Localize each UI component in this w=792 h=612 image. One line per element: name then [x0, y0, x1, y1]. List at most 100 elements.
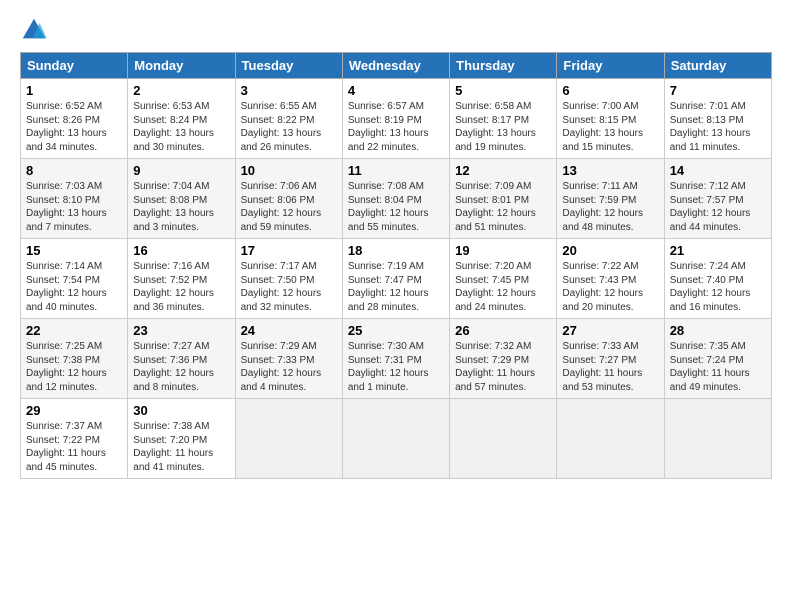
calendar-cell: 8 Sunrise: 7:03 AMSunset: 8:10 PMDaylight…	[21, 159, 128, 239]
day-info: Sunrise: 7:16 AMSunset: 7:52 PMDaylight:…	[133, 260, 229, 314]
weekday-header: Saturday	[664, 53, 771, 79]
day-info: Sunrise: 7:22 AMSunset: 7:43 PMDaylight:…	[562, 260, 658, 314]
day-number: 17	[241, 243, 337, 258]
day-info: Sunrise: 6:52 AMSunset: 8:26 PMDaylight:…	[26, 100, 122, 154]
day-number: 18	[348, 243, 444, 258]
calendar-cell: 22Sunrise: 7:25 AMSunset: 7:38 PMDayligh…	[21, 319, 128, 399]
day-info: Sunrise: 7:30 AMSunset: 7:31 PMDaylight:…	[348, 340, 444, 394]
day-number: 19	[455, 243, 551, 258]
calendar-cell	[450, 399, 557, 479]
calendar-week-row: 22Sunrise: 7:25 AMSunset: 7:38 PMDayligh…	[21, 319, 772, 399]
day-info: Sunrise: 7:04 AMSunset: 8:08 PMDaylight:…	[133, 180, 229, 234]
calendar-cell: 6 Sunrise: 7:00 AMSunset: 8:15 PMDaylight…	[557, 79, 664, 159]
day-info: Sunrise: 7:35 AMSunset: 7:24 PMDaylight:…	[670, 340, 766, 394]
day-info: Sunrise: 7:00 AMSunset: 8:15 PMDaylight:…	[562, 100, 658, 154]
calendar-cell: 27 Sunrise: 7:33 AMSunset: 7:27 PMDayligh…	[557, 319, 664, 399]
calendar-cell: 18 Sunrise: 7:19 AMSunset: 7:47 PMDayligh…	[342, 239, 449, 319]
day-number: 12	[455, 163, 551, 178]
weekday-header: Friday	[557, 53, 664, 79]
calendar-cell: 15 Sunrise: 7:14 AMSunset: 7:54 PMDayligh…	[21, 239, 128, 319]
logo	[20, 16, 52, 44]
day-number: 24	[241, 323, 337, 338]
calendar-cell: 25 Sunrise: 7:30 AMSunset: 7:31 PMDayligh…	[342, 319, 449, 399]
day-number: 3	[241, 83, 337, 98]
day-info: Sunrise: 6:58 AMSunset: 8:17 PMDaylight:…	[455, 100, 551, 154]
day-number: 13	[562, 163, 658, 178]
day-info: Sunrise: 7:20 AMSunset: 7:45 PMDaylight:…	[455, 260, 551, 314]
day-info: Sunrise: 7:14 AMSunset: 7:54 PMDaylight:…	[26, 260, 122, 314]
calendar-cell: 21Sunrise: 7:24 AMSunset: 7:40 PMDayligh…	[664, 239, 771, 319]
calendar-cell: 13 Sunrise: 7:11 AMSunset: 7:59 PMDayligh…	[557, 159, 664, 239]
calendar-cell: 10 Sunrise: 7:06 AMSunset: 8:06 PMDayligh…	[235, 159, 342, 239]
weekday-header: Thursday	[450, 53, 557, 79]
calendar-cell: 30 Sunrise: 7:38 AMSunset: 7:20 PMDayligh…	[128, 399, 235, 479]
page: SundayMondayTuesdayWednesdayThursdayFrid…	[0, 0, 792, 612]
day-info: Sunrise: 7:11 AMSunset: 7:59 PMDaylight:…	[562, 180, 658, 234]
day-info: Sunrise: 7:09 AMSunset: 8:01 PMDaylight:…	[455, 180, 551, 234]
day-number: 7	[670, 83, 766, 98]
day-info: Sunrise: 6:55 AMSunset: 8:22 PMDaylight:…	[241, 100, 337, 154]
day-info: Sunrise: 7:33 AMSunset: 7:27 PMDaylight:…	[562, 340, 658, 394]
calendar-cell: 9 Sunrise: 7:04 AMSunset: 8:08 PMDaylight…	[128, 159, 235, 239]
day-info: Sunrise: 7:37 AMSunset: 7:22 PMDaylight:…	[26, 420, 122, 474]
calendar-cell	[235, 399, 342, 479]
day-info: Sunrise: 7:03 AMSunset: 8:10 PMDaylight:…	[26, 180, 122, 234]
calendar-cell: 14 Sunrise: 7:12 AMSunset: 7:57 PMDayligh…	[664, 159, 771, 239]
calendar-week-row: 1Sunrise: 6:52 AMSunset: 8:26 PMDaylight…	[21, 79, 772, 159]
day-number: 26	[455, 323, 551, 338]
day-number: 9	[133, 163, 229, 178]
calendar-cell: 2 Sunrise: 6:53 AMSunset: 8:24 PMDaylight…	[128, 79, 235, 159]
weekday-header: Monday	[128, 53, 235, 79]
day-number: 15	[26, 243, 122, 258]
day-number: 23	[133, 323, 229, 338]
day-info: Sunrise: 7:12 AMSunset: 7:57 PMDaylight:…	[670, 180, 766, 234]
day-info: Sunrise: 7:06 AMSunset: 8:06 PMDaylight:…	[241, 180, 337, 234]
day-info: Sunrise: 7:27 AMSunset: 7:36 PMDaylight:…	[133, 340, 229, 394]
calendar-cell: 11 Sunrise: 7:08 AMSunset: 8:04 PMDayligh…	[342, 159, 449, 239]
day-number: 27	[562, 323, 658, 338]
day-number: 30	[133, 403, 229, 418]
day-info: Sunrise: 7:08 AMSunset: 8:04 PMDaylight:…	[348, 180, 444, 234]
calendar-cell: 5Sunrise: 6:58 AMSunset: 8:17 PMDaylight…	[450, 79, 557, 159]
day-info: Sunrise: 7:01 AMSunset: 8:13 PMDaylight:…	[670, 100, 766, 154]
day-number: 16	[133, 243, 229, 258]
day-number: 20	[562, 243, 658, 258]
day-number: 2	[133, 83, 229, 98]
calendar-week-row: 29 Sunrise: 7:37 AMSunset: 7:22 PMDayligh…	[21, 399, 772, 479]
day-info: Sunrise: 7:38 AMSunset: 7:20 PMDaylight:…	[133, 420, 229, 474]
day-info: Sunrise: 7:29 AMSunset: 7:33 PMDaylight:…	[241, 340, 337, 394]
day-number: 6	[562, 83, 658, 98]
calendar-cell: 19 Sunrise: 7:20 AMSunset: 7:45 PMDayligh…	[450, 239, 557, 319]
calendar-cell: 12 Sunrise: 7:09 AMSunset: 8:01 PMDayligh…	[450, 159, 557, 239]
day-info: Sunrise: 7:17 AMSunset: 7:50 PMDaylight:…	[241, 260, 337, 314]
day-number: 21	[670, 243, 766, 258]
day-number: 10	[241, 163, 337, 178]
calendar-cell: 1Sunrise: 6:52 AMSunset: 8:26 PMDaylight…	[21, 79, 128, 159]
calendar-cell: 26Sunrise: 7:32 AMSunset: 7:29 PMDayligh…	[450, 319, 557, 399]
day-number: 8	[26, 163, 122, 178]
day-info: Sunrise: 6:53 AMSunset: 8:24 PMDaylight:…	[133, 100, 229, 154]
day-info: Sunrise: 6:57 AMSunset: 8:19 PMDaylight:…	[348, 100, 444, 154]
day-number: 28	[670, 323, 766, 338]
weekday-header-row: SundayMondayTuesdayWednesdayThursdayFrid…	[21, 53, 772, 79]
calendar-cell: 3 Sunrise: 6:55 AMSunset: 8:22 PMDaylight…	[235, 79, 342, 159]
weekday-header: Sunday	[21, 53, 128, 79]
day-info: Sunrise: 7:25 AMSunset: 7:38 PMDaylight:…	[26, 340, 122, 394]
day-number: 14	[670, 163, 766, 178]
calendar-week-row: 8 Sunrise: 7:03 AMSunset: 8:10 PMDaylight…	[21, 159, 772, 239]
calendar-cell: 23 Sunrise: 7:27 AMSunset: 7:36 PMDayligh…	[128, 319, 235, 399]
day-number: 25	[348, 323, 444, 338]
calendar-cell	[342, 399, 449, 479]
calendar: SundayMondayTuesdayWednesdayThursdayFrid…	[20, 52, 772, 479]
header	[20, 16, 772, 44]
calendar-cell: 28 Sunrise: 7:35 AMSunset: 7:24 PMDayligh…	[664, 319, 771, 399]
day-number: 29	[26, 403, 122, 418]
calendar-cell: 29 Sunrise: 7:37 AMSunset: 7:22 PMDayligh…	[21, 399, 128, 479]
weekday-header: Wednesday	[342, 53, 449, 79]
weekday-header: Tuesday	[235, 53, 342, 79]
calendar-cell	[557, 399, 664, 479]
day-number: 11	[348, 163, 444, 178]
day-info: Sunrise: 7:19 AMSunset: 7:47 PMDaylight:…	[348, 260, 444, 314]
calendar-cell: 4Sunrise: 6:57 AMSunset: 8:19 PMDaylight…	[342, 79, 449, 159]
calendar-cell: 17 Sunrise: 7:17 AMSunset: 7:50 PMDayligh…	[235, 239, 342, 319]
